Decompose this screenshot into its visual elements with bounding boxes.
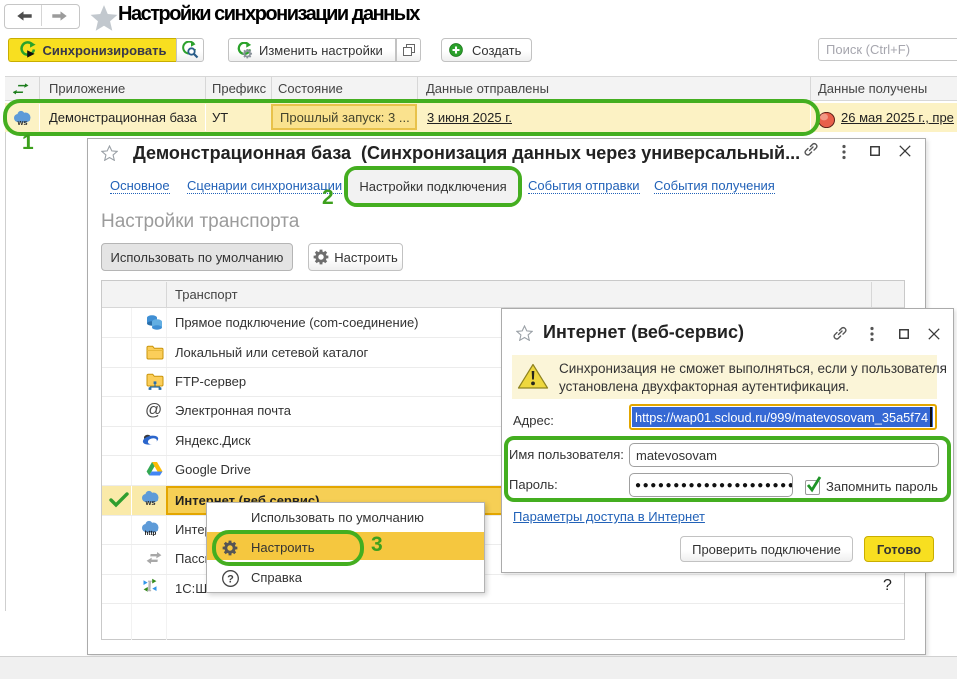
svg-text:ws: ws	[144, 498, 155, 506]
svg-text:http: http	[145, 530, 157, 536]
svg-text:?: ?	[227, 573, 234, 585]
